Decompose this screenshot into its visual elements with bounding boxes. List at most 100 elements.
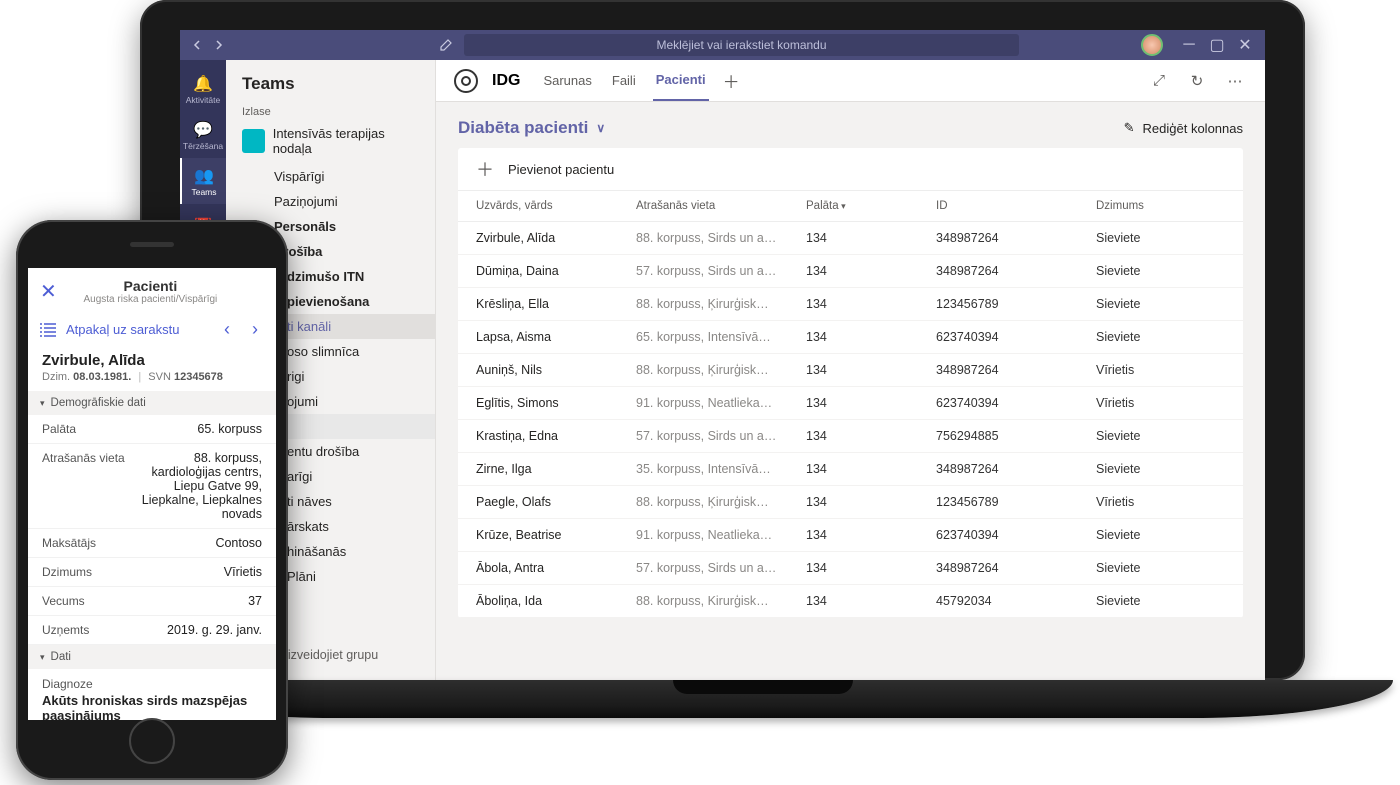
- window-minimize-icon[interactable]: ─: [1175, 31, 1203, 59]
- add-patient-button[interactable]: ＋ Pievienot pacientu: [458, 148, 1243, 191]
- rail-chat[interactable]: 💬 Tērzēšana: [180, 112, 226, 158]
- cell-location: 65. korpuss, Intensīvā…: [636, 330, 806, 344]
- cell-name: Paegle, Olafs: [476, 495, 636, 509]
- laptop-screen-frame: ─ ▢ ✕ 🔔 Aktivitāte 💬 Tērzēšana 👥: [140, 0, 1305, 680]
- phone-subtitle: Augsta riska pacienti/Vispārīgi: [67, 294, 234, 305]
- user-avatar[interactable]: [1141, 34, 1163, 56]
- cell-location: 35. korpuss, Intensīvā…: [636, 462, 806, 476]
- tab-conversations[interactable]: Sarunas: [540, 61, 594, 100]
- channel-item[interactable]: Vispārīgi: [226, 164, 435, 189]
- edit-columns-button[interactable]: ✎ Rediģēt kolonnas: [1124, 120, 1243, 136]
- window-maximize-icon[interactable]: ▢: [1203, 31, 1231, 59]
- field-payer: MaksātājsContoso: [28, 529, 276, 558]
- col-ward[interactable]: Palāta: [806, 200, 936, 212]
- phone-frame: ✕ Pacienti Augsta riska pacienti/Vispārī…: [16, 220, 288, 780]
- col-gender[interactable]: Dzimums: [1096, 200, 1206, 212]
- close-icon[interactable]: ✕: [40, 279, 57, 304]
- chevron-down-icon: ∨: [596, 121, 605, 135]
- table-header: Uzvārds, vārds Atrašanās vieta Palāta ID…: [458, 191, 1243, 222]
- col-name[interactable]: Uzvārds, vārds: [476, 200, 636, 212]
- section-label: Dati: [51, 651, 71, 663]
- cell-ward: 134: [806, 462, 936, 476]
- diagnosis-block: Diagnoze Akūts hroniskas sirds mazspējas…: [28, 669, 276, 720]
- cell-location: 88. korpuss, Sirds un a…: [636, 231, 806, 245]
- window-close-icon[interactable]: ✕: [1231, 31, 1259, 59]
- diagnosis-label: Diagnoze: [42, 677, 262, 691]
- tab-files[interactable]: Faili: [609, 61, 639, 100]
- cell-gender: Sieviete: [1096, 297, 1206, 311]
- search-input[interactable]: [464, 34, 1019, 56]
- cell-name: Zvirbule, Alīda: [476, 231, 636, 245]
- list-title-text: Diabēta pacienti: [458, 118, 588, 138]
- table-row[interactable]: Auniņš, Nils 88. korpuss, Ķirurģisk… 134…: [458, 354, 1243, 387]
- section-demographics[interactable]: ▾ Demogrāfiskie dati: [28, 391, 276, 415]
- tab-patients[interactable]: Pacienti: [653, 60, 709, 101]
- rail-activity[interactable]: 🔔 Aktivitāte: [180, 66, 226, 112]
- cell-gender: Sieviete: [1096, 594, 1206, 608]
- expand-icon[interactable]: ⤢: [1147, 72, 1171, 89]
- cell-gender: Sieviete: [1096, 231, 1206, 245]
- cell-name: Lapsa, Aisma: [476, 330, 636, 344]
- app-brand: IDG: [492, 72, 520, 90]
- cell-ward: 134: [806, 231, 936, 245]
- rail-label: Teams: [191, 187, 216, 197]
- cell-id: 348987264: [936, 231, 1096, 245]
- cell-ward: 134: [806, 363, 936, 377]
- channel-item[interactable]: Paziņojumi: [226, 189, 435, 214]
- next-patient-icon[interactable]: ›: [246, 319, 264, 340]
- nav-back-icon[interactable]: [188, 36, 206, 54]
- cell-ward: 134: [806, 594, 936, 608]
- more-icon[interactable]: ⋯: [1223, 72, 1247, 90]
- laptop-frame: ─ ▢ ✕ 🔔 Aktivitāte 💬 Tērzēšana 👥: [140, 0, 1305, 760]
- cell-location: 88. korpuss, Kirurģisk…: [636, 594, 806, 608]
- cell-id: 348987264: [936, 561, 1096, 575]
- field-admitted: Uzņemts2019. g. 29. janv.: [28, 616, 276, 645]
- cell-location: 57. korpuss, Sirds un a…: [636, 561, 806, 575]
- nav-forward-icon[interactable]: [210, 36, 228, 54]
- table-row[interactable]: Zirne, Ilga 35. korpuss, Intensīvā… 134 …: [458, 453, 1243, 486]
- section-label: Demogrāfiskie dati: [51, 397, 146, 409]
- table-row[interactable]: Eglītis, Simons 91. korpuss, Neatlieka… …: [458, 387, 1243, 420]
- patients-table: ＋ Pievienot pacientu Uzvārds, vārds Atra…: [458, 148, 1243, 618]
- phone-title: Pacienti: [67, 278, 234, 294]
- refresh-icon[interactable]: ↻: [1185, 72, 1209, 90]
- team-row[interactable]: Intensīvās terapijas nodaļa: [226, 122, 435, 164]
- cell-gender: Sieviete: [1096, 561, 1206, 575]
- table-row[interactable]: Āboliņa, Ida 88. korpuss, Kirurģisk… 134…: [458, 585, 1243, 618]
- list-title[interactable]: Diabēta pacienti ∨: [458, 118, 605, 138]
- compose-icon[interactable]: [436, 35, 456, 55]
- prev-patient-icon[interactable]: ‹: [218, 319, 236, 340]
- col-id[interactable]: ID: [936, 200, 1096, 212]
- phone-app: ✕ Pacienti Augsta riska pacienti/Vispārī…: [28, 268, 276, 720]
- diagnosis-text: Akūts hroniskas sirds mazspējas paasināj…: [42, 693, 262, 720]
- cell-id: 623740394: [936, 528, 1096, 542]
- table-row[interactable]: Dūmiņa, Daina 57. korpuss, Sirds un a… 1…: [458, 255, 1243, 288]
- cell-name: Dūmiņa, Daina: [476, 264, 636, 278]
- table-row[interactable]: Zvirbule, Alīda 88. korpuss, Sirds un a……: [458, 222, 1243, 255]
- app-logo-icon: [454, 69, 478, 93]
- cell-gender: Sieviete: [1096, 429, 1206, 443]
- field-location: Atrašanās vieta88. korpuss, kardioloģija…: [28, 444, 276, 529]
- cell-ward: 134: [806, 429, 936, 443]
- table-row[interactable]: Krūze, Beatrise 91. korpuss, Neatlieka… …: [458, 519, 1243, 552]
- col-location[interactable]: Atrašanās vieta: [636, 200, 806, 212]
- add-tab-icon[interactable]: ＋: [723, 68, 740, 93]
- section-data[interactable]: ▾ Dati: [28, 645, 276, 669]
- cell-id: 123456789: [936, 495, 1096, 509]
- cell-id: 756294885: [936, 429, 1096, 443]
- cell-name: Eglītis, Simons: [476, 396, 636, 410]
- patient-name-block: Zvirbule, Alīda Dzim. 08.03.1981. | SVN …: [28, 348, 276, 391]
- cell-ward: 134: [806, 495, 936, 509]
- table-row[interactable]: Krastiņa, Edna 57. korpuss, Sirds un a… …: [458, 420, 1243, 453]
- table-row[interactable]: Lapsa, Aisma 65. korpuss, Intensīvā… 134…: [458, 321, 1243, 354]
- cell-id: 45792034: [936, 594, 1096, 608]
- table-row[interactable]: Krēsliņa, Ella 88. korpuss, Ķirurģisk… 1…: [458, 288, 1243, 321]
- table-row[interactable]: Paegle, Olafs 88. korpuss, Ķirurģisk… 13…: [458, 486, 1243, 519]
- cell-id: 348987264: [936, 363, 1096, 377]
- content: Diabēta pacienti ∨ ✎ Rediģēt kolonnas ＋: [436, 102, 1265, 630]
- cell-location: 91. korpuss, Neatlieka…: [636, 396, 806, 410]
- cell-ward: 134: [806, 330, 936, 344]
- back-to-list[interactable]: Atpakaļ uz sarakstu ‹ ›: [28, 311, 276, 348]
- table-row[interactable]: Ābola, Antra 57. korpuss, Sirds un a… 13…: [458, 552, 1243, 585]
- rail-teams[interactable]: 👥 Teams: [180, 158, 226, 204]
